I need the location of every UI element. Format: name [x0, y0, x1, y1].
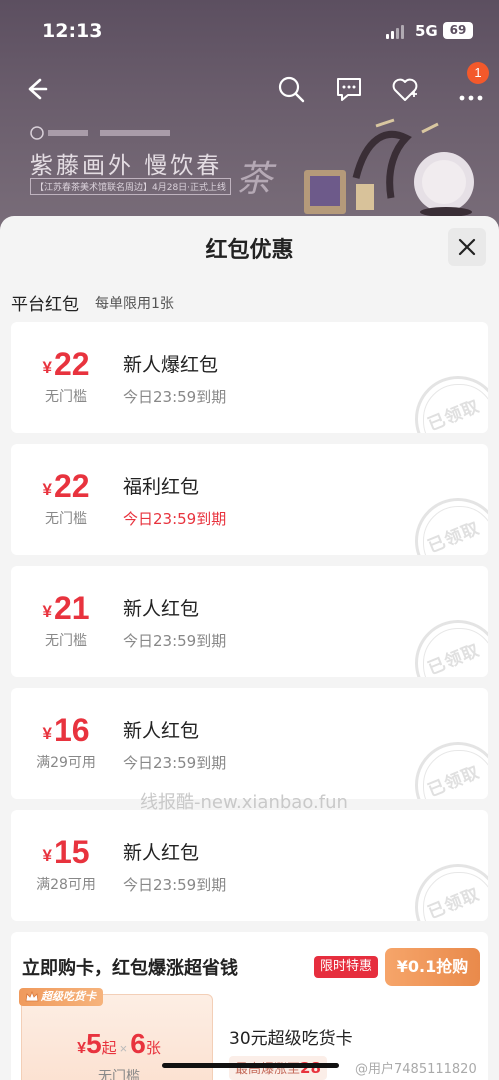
sheet-title: 红包优惠: [205, 238, 294, 263]
home-indicator: [162, 1063, 339, 1068]
banner-subtitle: 【江苏春茶美术馆联名周边】4月28日·正式上线: [30, 178, 232, 195]
card-amount: ¥5起 × 6张: [77, 1028, 161, 1059]
coupon-card[interactable]: ¥22 无门槛 新人爆红包 今日23:59到期 已领取: [11, 322, 488, 433]
card-name: 30元超级吃货卡: [229, 1029, 353, 1049]
claimed-stamp-icon: 已领取: [415, 864, 488, 921]
claimed-stamp-icon: 已领取: [415, 742, 488, 799]
coupon-card[interactable]: ¥16 满29可用 新人红包 今日23:59到期 已领取: [11, 688, 488, 799]
card-max-badge: 最高爆涨至28: [229, 1056, 327, 1080]
coupon-name: 新人红包: [123, 598, 200, 620]
coupon-expiry: 今日23:59到期: [123, 510, 227, 528]
card-condition: 无门槛: [98, 1069, 140, 1080]
banner-logo: [30, 126, 180, 143]
coupon-amount: ¥22: [42, 346, 90, 382]
section-subtitle: 每单限用1张: [95, 296, 174, 312]
network-type: 5G: [415, 22, 438, 40]
battery-icon: 69: [443, 22, 473, 39]
coupon-name: 福利红包: [123, 476, 200, 498]
chat-icon[interactable]: [334, 74, 364, 104]
section-title: 平台红包: [11, 295, 79, 315]
footer-watermark: @用户7485111820: [355, 1062, 477, 1077]
crown-icon: [25, 990, 39, 1002]
coupon-amount: ¥15: [42, 834, 90, 870]
coupon-condition: 满28可用: [36, 877, 96, 893]
claimed-stamp-icon: 已领取: [415, 498, 488, 555]
status-time: 12:13: [42, 20, 103, 42]
buy-button[interactable]: ¥0.1抢购: [385, 948, 480, 986]
nav-bar: [0, 62, 499, 118]
coupon-condition: 无门槛: [45, 511, 87, 527]
limited-offer-badge: 限时特惠: [314, 956, 379, 978]
coupon-expiry: 今日23:59到期: [123, 388, 227, 406]
coupon-name: 新人红包: [123, 842, 200, 864]
status-bar: 12:13 5G 69: [0, 0, 499, 62]
coupon-condition: 满29可用: [36, 755, 96, 771]
coupon-condition: 无门槛: [45, 633, 87, 649]
banner-title-char: 茶: [236, 159, 273, 200]
coupon-name: 新人爆红包: [123, 354, 219, 376]
coupon-amount: ¥16: [42, 712, 90, 748]
coupon-card[interactable]: ¥21 无门槛 新人红包 今日23:59到期 已领取: [11, 566, 488, 677]
claimed-stamp-icon: 已领取: [415, 376, 488, 433]
back-icon[interactable]: [20, 74, 50, 104]
coupon-expiry: 今日23:59到期: [123, 876, 227, 894]
coupon-name: 新人红包: [123, 720, 200, 742]
search-icon[interactable]: [276, 74, 306, 104]
close-button[interactable]: [448, 228, 486, 266]
banner-title: 紫藤画外 慢饮春: [30, 153, 223, 179]
coupon-condition: 无门槛: [45, 389, 87, 405]
coupon-sheet: 红包优惠 平台红包 每单限用1张 ¥22 无门槛 新人爆红包 今日23:59到期…: [0, 216, 499, 1080]
banner-tea-art-image: [304, 118, 474, 217]
signal-icon: [386, 25, 404, 39]
promo-title: 立即购卡，红包爆涨超省钱: [22, 958, 238, 979]
claimed-stamp-icon: 已领取: [415, 620, 488, 677]
coupon-card[interactable]: ¥22 无门槛 福利红包 今日23:59到期 已领取: [11, 444, 488, 555]
favorite-icon[interactable]: [390, 74, 420, 104]
close-icon: [458, 238, 476, 256]
coupon-amount: ¥22: [42, 468, 90, 504]
notification-badge: 1: [467, 62, 489, 84]
page-header-background: 12:13 5G 69 1 紫藤画外 慢饮春 茶 【江苏春茶美术馆联名周边】4月…: [0, 0, 499, 240]
coupon-amount: ¥21: [42, 590, 90, 626]
coupon-expiry: 今日23:59到期: [123, 632, 227, 650]
coupon-card[interactable]: ¥15 满28可用 新人红包 今日23:59到期 已领取: [11, 810, 488, 921]
coupon-expiry: 今日23:59到期: [123, 754, 227, 772]
